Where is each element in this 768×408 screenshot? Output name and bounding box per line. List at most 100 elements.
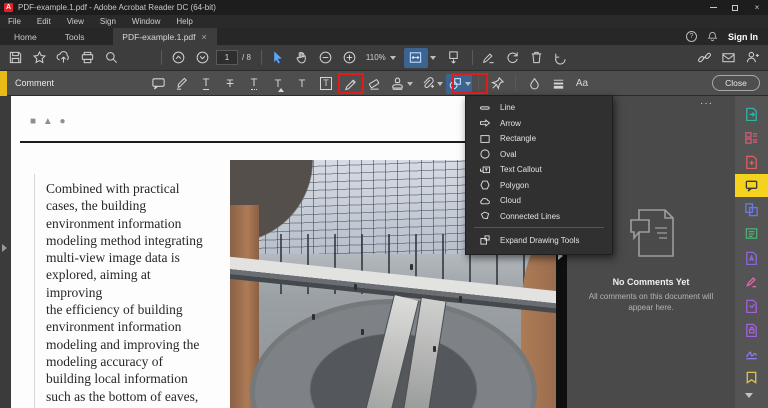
menu-item[interactable]: View: [59, 17, 92, 26]
close-comment-button[interactable]: Close: [712, 75, 760, 91]
view-dropdown-caret-icon[interactable]: [429, 55, 436, 60]
minimize-button[interactable]: [702, 0, 724, 15]
sidebar-tool-fill-sign[interactable]: [735, 270, 768, 293]
save-icon: [9, 51, 21, 64]
menu-item-cloud[interactable]: Cloud: [466, 193, 612, 209]
page-number-input[interactable]: [216, 50, 238, 65]
create-pdf-icon: [746, 155, 757, 169]
save-button[interactable]: [3, 48, 27, 68]
sidebar-tool-edit-pdf[interactable]: [735, 222, 768, 245]
sidebar-tool-combine-files[interactable]: [735, 198, 768, 221]
sidebar-tool-more[interactable]: [735, 366, 768, 389]
refresh-button[interactable]: [549, 48, 573, 68]
sidebar-tool-convert-pdf[interactable]: [735, 246, 768, 269]
zoom-in-button[interactable]: [338, 48, 362, 68]
sidebar-tool-send-review[interactable]: [735, 294, 768, 317]
minimize-icon: [709, 7, 717, 8]
comment-accent-strip: [0, 70, 7, 96]
select-tool-button[interactable]: [266, 48, 290, 68]
sidebar-tool-create-pdf[interactable]: [735, 150, 768, 173]
menu-item-polygon[interactable]: Polygon: [466, 178, 612, 194]
menu-item[interactable]: File: [0, 17, 29, 26]
tab-close-icon[interactable]: ×: [202, 32, 207, 42]
expand-icon: [480, 235, 490, 245]
text-callout-icon: [480, 166, 490, 173]
hand-tool-button[interactable]: [290, 48, 314, 68]
menu-item-arrow[interactable]: Arrow: [466, 116, 612, 132]
menu-item-text-callout[interactable]: Text Callout: [466, 162, 612, 178]
print-button[interactable]: [75, 48, 99, 68]
menu-item[interactable]: Sign: [92, 17, 124, 26]
close-window-button[interactable]: ×: [746, 0, 768, 15]
find-button[interactable]: [99, 48, 123, 68]
comment-toolbar-label: Comment: [15, 78, 55, 88]
note-to-text-button[interactable]: T: [242, 74, 266, 94]
rectangle-icon: [480, 134, 490, 143]
delete-page-button[interactable]: [525, 48, 549, 68]
stamp-tool-button[interactable]: [386, 74, 416, 94]
bell-icon[interactable]: [707, 31, 718, 42]
send-email-button[interactable]: [716, 48, 740, 68]
line-thickness-button[interactable]: [546, 74, 570, 94]
strikethrough-text-button[interactable]: T: [218, 74, 242, 94]
text-strikethrough-icon: T: [226, 77, 234, 90]
connected-lines-icon: [480, 211, 490, 220]
add-text-comment-button[interactable]: T: [290, 74, 314, 94]
text-properties-button[interactable]: Aa: [570, 74, 594, 94]
keep-tool-selected-button[interactable]: [485, 74, 509, 94]
menu-item-connected-lines[interactable]: Connected Lines: [466, 209, 612, 225]
next-page-button[interactable]: [190, 48, 214, 68]
menu-item[interactable]: Window: [124, 17, 168, 26]
sticky-note-button[interactable]: [146, 74, 170, 94]
tab-home[interactable]: Home: [0, 28, 51, 45]
zoom-out-button[interactable]: [314, 48, 338, 68]
restore-button[interactable]: [724, 0, 746, 15]
menu-item[interactable]: Edit: [29, 17, 59, 26]
menu-item-expand-drawing-tools[interactable]: Expand Drawing Tools: [466, 231, 612, 249]
line-icon: [480, 106, 490, 110]
get-link-button[interactable]: [692, 48, 716, 68]
favorite-button[interactable]: [27, 48, 51, 68]
underline-text-button[interactable]: T: [194, 74, 218, 94]
arrow-icon: [480, 119, 491, 128]
sidebar-tool-certificates[interactable]: [735, 342, 768, 365]
attach-file-button[interactable]: [416, 74, 446, 94]
sidebar-tool-export-pdf[interactable]: [735, 102, 768, 125]
panel-divider[interactable]: [556, 250, 567, 408]
menu-item-oval[interactable]: Oval: [466, 147, 612, 163]
menu-item-rectangle[interactable]: Rectangle: [466, 131, 612, 147]
fill-sign-icon: [746, 277, 757, 288]
fill-color-button[interactable]: [522, 74, 546, 94]
page-total-label: / 8: [242, 53, 251, 62]
share-button[interactable]: [51, 48, 75, 68]
add-text-box-button[interactable]: T: [314, 74, 338, 94]
share-with-others-button[interactable]: [740, 48, 764, 68]
circle-up-icon: [172, 51, 184, 64]
zoom-dropdown-caret-icon[interactable]: [389, 55, 396, 60]
sidebar-tool-protect-pdf[interactable]: [735, 318, 768, 341]
sidebar-overflow-chevron-icon[interactable]: [745, 393, 753, 398]
sign-in-button[interactable]: Sign In: [728, 32, 758, 42]
menu-item-line[interactable]: Line: [466, 100, 612, 116]
previous-page-button[interactable]: [166, 48, 190, 68]
highlight-text-button[interactable]: [170, 74, 194, 94]
help-icon[interactable]: ?: [686, 31, 697, 42]
expand-left-panel-icon[interactable]: [2, 244, 7, 252]
panel-options-button[interactable]: ···: [700, 98, 713, 109]
circle-down-icon: [196, 51, 208, 64]
tab-document[interactable]: PDF-example.1.pdf ×: [112, 28, 217, 45]
left-panel-rail: [0, 96, 11, 408]
sign-tool-button[interactable]: [477, 48, 501, 68]
scrolling-mode-button[interactable]: [442, 48, 466, 68]
erase-tool-button[interactable]: [362, 74, 386, 94]
document-text-line: modeling method integrating: [46, 232, 203, 248]
page-fit-view-button[interactable]: [403, 47, 428, 68]
insert-text-button[interactable]: T: [266, 74, 290, 94]
sidebar-tool-comment[interactable]: [735, 174, 768, 197]
sidebar-tool-organize-pages[interactable]: [735, 126, 768, 149]
menu-item[interactable]: Help: [168, 17, 200, 26]
zoom-level-value[interactable]: 110%: [366, 53, 386, 62]
tab-tools[interactable]: Tools: [51, 28, 99, 45]
send-review-icon: [746, 299, 757, 313]
rotate-page-button[interactable]: [501, 48, 525, 68]
